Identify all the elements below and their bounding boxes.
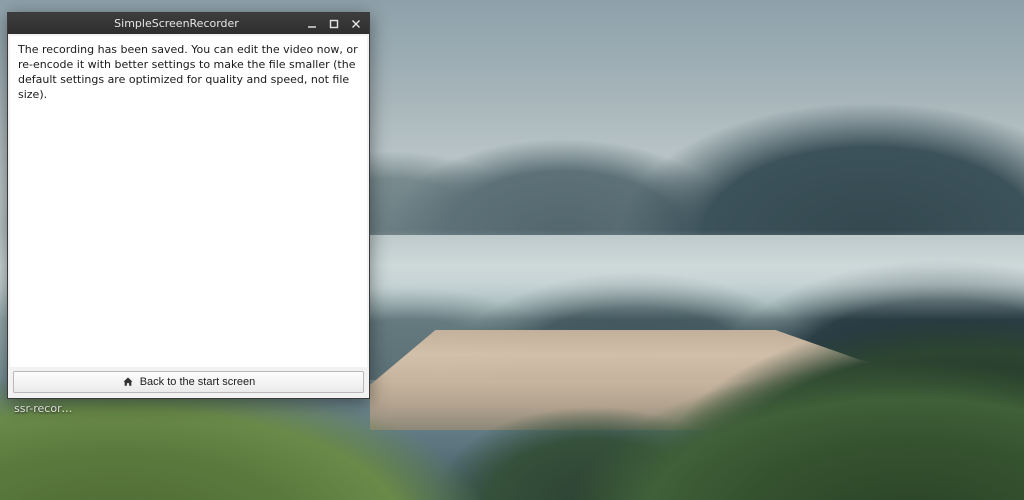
recording-saved-message: The recording has been saved. You can ed… xyxy=(18,43,359,102)
window-title: SimpleScreenRecorder xyxy=(8,17,301,30)
wallpaper-layer xyxy=(574,340,1024,500)
window-controls xyxy=(301,14,369,33)
minimize-button[interactable] xyxy=(301,14,323,33)
back-button-label: Back to the start screen xyxy=(140,376,256,388)
desktop-file-label[interactable]: ssr-recordi... xyxy=(14,402,74,415)
close-icon xyxy=(351,19,361,29)
app-window: SimpleScreenRecorder The recording has b… xyxy=(7,12,370,399)
home-icon xyxy=(122,376,134,388)
minimize-icon xyxy=(307,19,317,29)
desktop-wallpaper: ssr-recordi... SimpleScreenRecorder The … xyxy=(0,0,1024,500)
maximize-icon xyxy=(329,19,339,29)
back-to-start-button[interactable]: Back to the start screen xyxy=(13,371,364,393)
window-content: The recording has been saved. You can ed… xyxy=(10,36,367,367)
maximize-button[interactable] xyxy=(323,14,345,33)
close-button[interactable] xyxy=(345,14,367,33)
window-titlebar[interactable]: SimpleScreenRecorder xyxy=(8,13,369,34)
window-footer: Back to the start screen xyxy=(8,367,369,398)
